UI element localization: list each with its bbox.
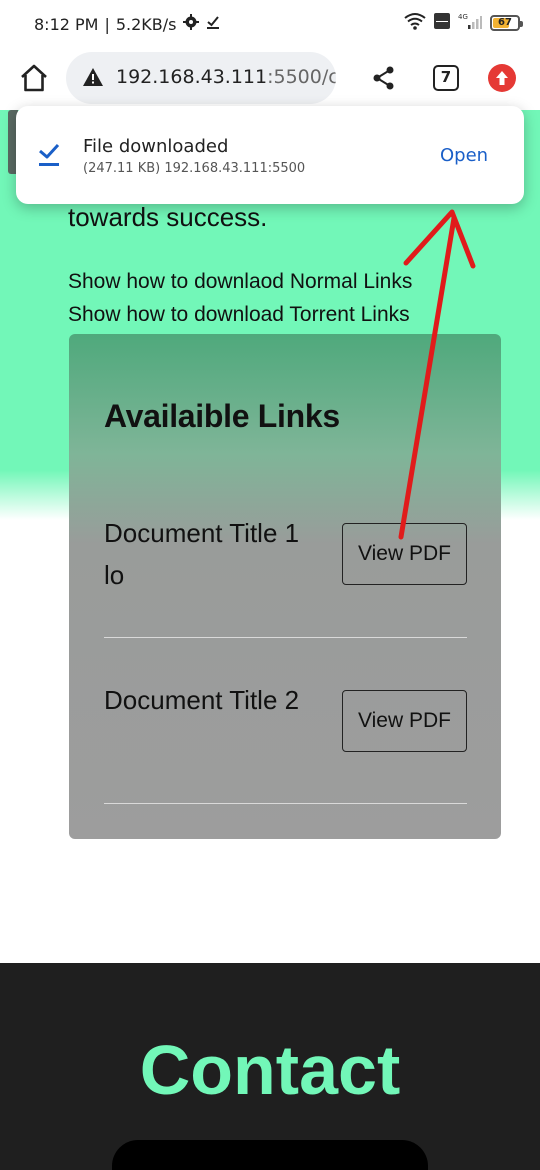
howto-torrent-link[interactable]: Show how to download Torrent Links — [68, 303, 410, 327]
contact-title: Contact — [139, 1031, 401, 1109]
battery-icon: 67 — [490, 15, 523, 31]
browser-toolbar: 192.168.43.111:5500/c 7 — [0, 48, 540, 110]
status-bar: 8:12 PM | 5.2KB/s 4G 67 — [0, 0, 540, 48]
view-pdf-button[interactable]: View PDF — [342, 690, 467, 752]
home-icon — [21, 64, 47, 92]
battery-level: 67 — [498, 17, 512, 28]
howto-normal-link[interactable]: Show how to downlaod Normal Links — [68, 270, 412, 294]
network-type: 4G — [458, 13, 468, 21]
status-right: 4G 67 — [404, 12, 523, 34]
list-divider — [104, 803, 467, 804]
url-path: :5500/c — [267, 66, 336, 88]
share-button[interactable] — [370, 64, 398, 92]
url-text: 192.168.43.111:5500/c — [116, 66, 336, 88]
volte-icon — [434, 12, 450, 34]
download-complete-icon — [36, 142, 64, 172]
toast-title: File downloaded — [83, 136, 229, 157]
view-pdf-button[interactable]: View PDF — [342, 523, 467, 585]
update-button[interactable] — [488, 64, 516, 92]
list-divider — [104, 637, 467, 638]
contact-form-box — [112, 1140, 428, 1170]
tab-switcher-button[interactable]: 7 — [433, 65, 459, 91]
status-separator: | — [104, 14, 110, 34]
address-bar[interactable]: 192.168.43.111:5500/c — [66, 52, 336, 104]
check-download-icon — [205, 14, 221, 34]
hero-tagline: towards success. — [68, 202, 268, 232]
arrow-up-icon — [496, 71, 508, 85]
wifi-icon — [404, 12, 426, 34]
links-heading: Availaible Links — [104, 398, 340, 434]
home-button[interactable] — [18, 62, 50, 94]
signal-icon: 4G — [458, 12, 482, 34]
url-host: 192.168.43.111 — [116, 66, 268, 88]
settings-icon — [182, 14, 199, 34]
not-secure-warning-icon[interactable] — [82, 66, 104, 92]
status-left: 8:12 PM | 5.2KB/s — [34, 14, 221, 34]
toast-subtitle: (247.11 KB) 192.168.43.111:5500 — [83, 161, 306, 176]
download-toast: File downloaded (247.11 KB) 192.168.43.1… — [16, 106, 524, 204]
share-icon — [373, 66, 394, 90]
document-title: Document Title 1 lo — [104, 518, 300, 590]
status-speed: 5.2KB/s — [115, 14, 177, 34]
document-title: Document Title 2 — [104, 685, 300, 715]
status-time: 8:12 PM — [34, 14, 99, 34]
toast-open-button[interactable]: Open — [440, 145, 488, 166]
